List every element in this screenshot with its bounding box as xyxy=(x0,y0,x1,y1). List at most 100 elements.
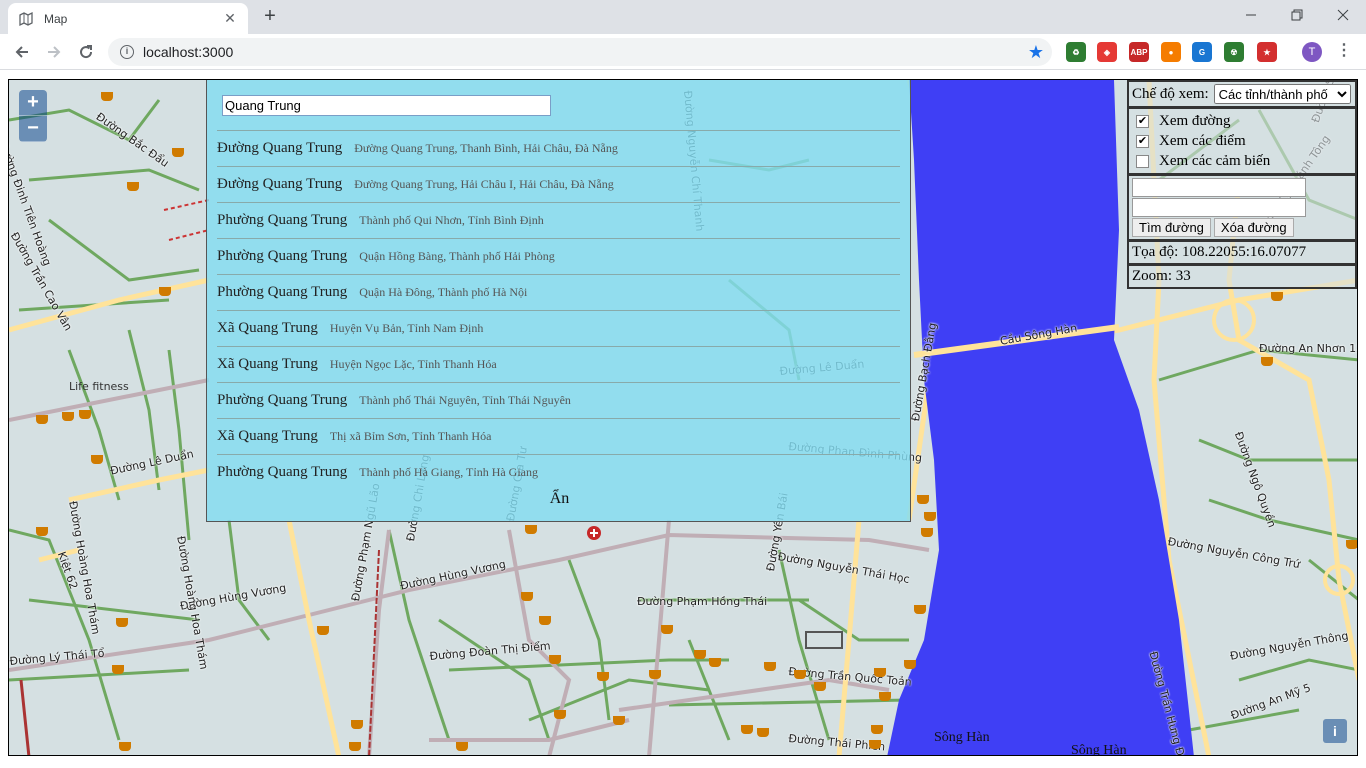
cafe-marker-icon[interactable] xyxy=(36,415,48,424)
search-result-item[interactable]: Phường Quang Trung Thành phố Qui Nhơn, Tỉ… xyxy=(217,202,900,238)
cafe-marker-icon[interactable] xyxy=(649,670,661,679)
route-from-input[interactable] xyxy=(1132,178,1306,197)
search-result-item[interactable]: Xã Quang Trung Huyện Ngọc Lặc, Tỉnh Thanh… xyxy=(217,346,900,382)
forward-icon[interactable] xyxy=(42,40,66,64)
zoom-level-box: Zoom: 33 xyxy=(1127,265,1357,289)
street-label: Life fitness xyxy=(69,380,129,393)
hide-results-button[interactable]: Ẩn xyxy=(207,490,912,508)
back-icon[interactable] xyxy=(10,40,34,64)
search-result-item[interactable]: Phường Quang Trung Thành phố Thái Nguyên,… xyxy=(217,382,900,418)
cafe-marker-icon[interactable] xyxy=(871,725,883,734)
search-result-item[interactable]: Xã Quang Trung Huyện Vụ Bản, Tỉnh Nam Địn… xyxy=(217,310,900,346)
cafe-marker-icon[interactable] xyxy=(741,725,753,734)
cafe-marker-icon[interactable] xyxy=(549,655,561,664)
cafe-marker-icon[interactable] xyxy=(661,625,673,634)
cafe-marker-icon[interactable] xyxy=(924,512,936,521)
cafe-marker-icon[interactable] xyxy=(879,692,891,701)
cafe-marker-icon[interactable] xyxy=(764,662,776,671)
green-extension-icon[interactable]: ☢ xyxy=(1224,42,1244,62)
search-result-item[interactable]: Đường Quang Trung Đường Quang Trung, Hải … xyxy=(217,166,900,202)
map-viewport[interactable]: Đường Bắc Đẩu Đường Đinh Tiên Hoàng Đường … xyxy=(8,79,1358,756)
cafe-marker-icon[interactable] xyxy=(112,665,124,674)
profile-avatar[interactable]: T xyxy=(1302,42,1322,62)
cafe-marker-icon[interactable] xyxy=(116,618,128,627)
layer-toggle-row: ✔ Xem đường xyxy=(1132,111,1352,131)
bookmark-star-icon[interactable]: ★ xyxy=(1028,42,1044,63)
river-label: Sông Hàn xyxy=(934,730,990,745)
cafe-marker-icon[interactable] xyxy=(613,716,625,725)
url-text: localhost:3000 xyxy=(143,44,234,60)
shield-icon[interactable]: ◈ xyxy=(1097,42,1117,62)
cafe-marker-icon[interactable] xyxy=(351,720,363,729)
result-name: Phường Quang Trung xyxy=(217,392,348,408)
browser-tab[interactable]: Map ✕ xyxy=(8,3,248,34)
cafe-marker-icon[interactable] xyxy=(874,668,886,677)
cafe-marker-icon[interactable] xyxy=(101,92,113,101)
cafe-marker-icon[interactable] xyxy=(79,410,91,419)
result-address: Thành phố Qui Nhơn, Tỉnh Bình Định xyxy=(359,213,544,227)
orange-circle-icon[interactable]: ● xyxy=(1161,42,1181,62)
search-result-item[interactable]: Phường Quang Trung Quận Hà Đông, Thành ph… xyxy=(217,274,900,310)
abp-icon[interactable]: ABP xyxy=(1129,42,1149,62)
find-route-button[interactable]: Tìm đường xyxy=(1132,218,1211,237)
cafe-marker-icon[interactable] xyxy=(1271,292,1283,301)
cafe-marker-icon[interactable] xyxy=(694,650,706,659)
close-window-icon[interactable] xyxy=(1320,0,1366,30)
cafe-marker-icon[interactable] xyxy=(456,742,468,751)
cafe-marker-icon[interactable] xyxy=(917,495,929,504)
new-tab-button[interactable]: + xyxy=(258,5,282,29)
layer-toggle-row: Xem các cảm biến xyxy=(1132,151,1352,171)
cafe-marker-icon[interactable] xyxy=(159,287,171,296)
recycle-icon[interactable]: ♻ xyxy=(1066,42,1086,62)
red-square-icon[interactable]: ★ xyxy=(1257,42,1277,62)
cafe-marker-icon[interactable] xyxy=(757,728,769,737)
cafe-marker-icon[interactable] xyxy=(1261,357,1273,366)
cafe-marker-icon[interactable] xyxy=(127,182,139,191)
street-label: Đường Phạm Hồng Thái xyxy=(637,595,768,608)
cafe-marker-icon[interactable] xyxy=(62,412,74,421)
minimize-icon[interactable] xyxy=(1228,0,1274,30)
browser-menu-icon[interactable]: ⋮ xyxy=(1336,42,1352,62)
search-result-item[interactable]: Phường Quang Trung Quận Hồng Bàng, Thành … xyxy=(217,238,900,274)
reload-icon[interactable] xyxy=(74,40,98,64)
cafe-marker-icon[interactable] xyxy=(172,148,184,157)
close-tab-icon[interactable]: ✕ xyxy=(222,10,238,27)
translate-icon[interactable]: G xyxy=(1192,42,1212,62)
cafe-marker-icon[interactable] xyxy=(904,660,916,669)
cafe-marker-icon[interactable] xyxy=(119,742,131,751)
cafe-marker-icon[interactable] xyxy=(914,605,926,614)
cafe-marker-icon[interactable] xyxy=(597,672,609,681)
zoom-control: + − xyxy=(19,90,47,142)
search-result-item[interactable]: Đường Quang Trung Đường Quang Trung, Than… xyxy=(217,130,900,166)
layer-checkbox[interactable]: ✔ xyxy=(1136,114,1149,128)
cafe-marker-icon[interactable] xyxy=(794,670,806,679)
cafe-marker-icon[interactable] xyxy=(921,528,933,537)
search-result-item[interactable]: Phường Quang Trung Thành phố Hà Giang, Tỉ… xyxy=(217,454,900,490)
cafe-marker-icon[interactable] xyxy=(317,626,329,635)
route-to-input[interactable] xyxy=(1132,198,1306,217)
cafe-marker-icon[interactable] xyxy=(525,525,537,534)
cafe-marker-icon[interactable] xyxy=(869,740,881,749)
cafe-marker-icon[interactable] xyxy=(814,682,826,691)
attribution-info-button[interactable]: i xyxy=(1323,719,1347,743)
search-result-item[interactable]: Xã Quang Trung Thị xã Bỉm Sơn, Tỉnh Thanh… xyxy=(217,418,900,454)
cafe-marker-icon[interactable] xyxy=(36,527,48,536)
zoom-out-button[interactable]: − xyxy=(19,116,47,142)
cafe-marker-icon[interactable] xyxy=(349,742,361,751)
restore-icon[interactable] xyxy=(1274,0,1320,30)
zoom-in-button[interactable]: + xyxy=(19,90,47,116)
address-bar[interactable]: i localhost:3000 ★ xyxy=(108,38,1052,66)
cafe-marker-icon[interactable] xyxy=(91,455,103,464)
clear-route-button[interactable]: Xóa đường xyxy=(1213,218,1294,237)
view-mode-select[interactable]: Các tỉnh/thành phố xyxy=(1213,84,1351,104)
cafe-marker-icon[interactable] xyxy=(521,592,533,601)
cafe-marker-icon[interactable] xyxy=(539,616,551,625)
layer-checkbox[interactable]: ✔ xyxy=(1136,134,1149,148)
cafe-marker-icon[interactable] xyxy=(554,710,566,719)
coordinate-readout: Tọa độ: 108.22055:16.07077 xyxy=(1132,244,1307,260)
cafe-marker-icon[interactable] xyxy=(1346,540,1357,549)
place-search-input[interactable] xyxy=(222,95,551,116)
site-info-icon[interactable]: i xyxy=(120,45,134,59)
cafe-marker-icon[interactable] xyxy=(709,658,721,667)
layer-checkbox[interactable] xyxy=(1136,154,1149,168)
